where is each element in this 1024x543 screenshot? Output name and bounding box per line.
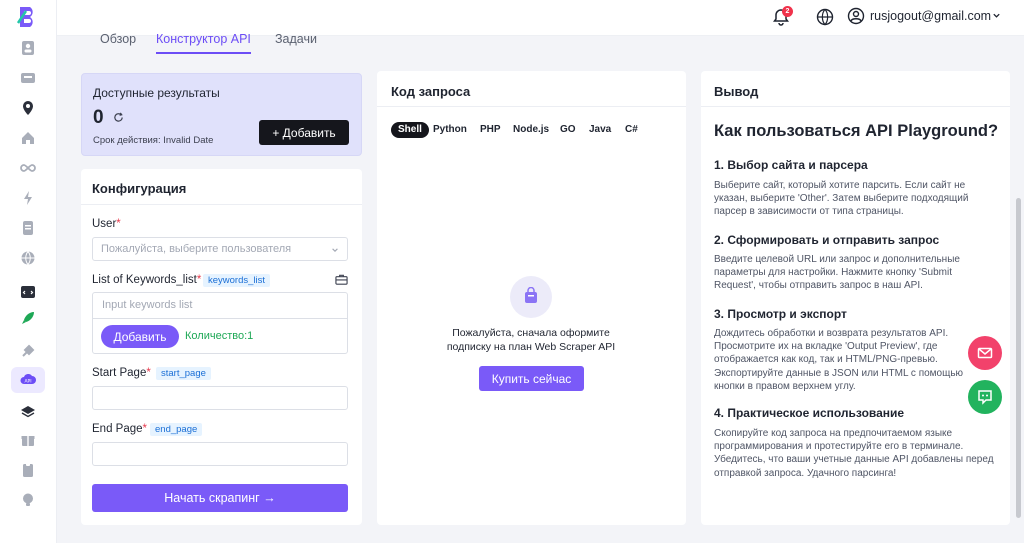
mail-icon	[977, 347, 993, 359]
code-divider	[377, 106, 686, 107]
start-page-label-text: Start Page	[92, 367, 147, 379]
code-title: Код запроса	[391, 84, 471, 99]
results-expiry: Срок действия: Invalid Date	[93, 135, 214, 146]
rocket-icon[interactable]	[20, 310, 36, 326]
empty-state-icon	[510, 276, 552, 318]
layers-icon[interactable]	[20, 404, 36, 420]
chevron-down-icon	[332, 248, 338, 252]
page-scrollbar[interactable]	[1016, 198, 1021, 518]
keywords-separator	[93, 318, 347, 319]
add-results-button[interactable]: + Добавить	[259, 120, 349, 145]
keywords-label-text: List of Keywords_list	[92, 274, 197, 286]
globe-nav-icon[interactable]	[20, 250, 36, 266]
clipboard-icon[interactable]	[20, 462, 36, 478]
user-select-placeholder: Пожалуйста, выберите пользователя	[101, 243, 292, 255]
start-scraping-button[interactable]: Начать скрапинг →	[92, 484, 348, 512]
keywords-tag: keywords_list	[203, 274, 271, 287]
lang-tab-java[interactable]: Java	[589, 122, 611, 138]
chat-support-button[interactable]	[968, 380, 1002, 414]
start-page-tag: start_page	[156, 367, 211, 380]
tab-api-builder[interactable]: Конструктор API	[156, 32, 251, 54]
sidebar: API	[0, 0, 57, 543]
briefcase-icon[interactable]	[335, 273, 348, 286]
notification-badge: 2	[782, 6, 793, 17]
email-support-button[interactable]	[968, 336, 1002, 370]
end-page-tag: end_page	[150, 423, 203, 436]
shopping-bag-icon	[525, 287, 537, 303]
guide-section-4-text: Скопируйте код запроса на предпочитаемом…	[714, 428, 994, 479]
guide-section-1-title: 1. Выбор сайта и парсера	[714, 158, 868, 172]
tab-tasks[interactable]: Задачи	[275, 32, 317, 54]
user-label-text: User	[92, 218, 117, 230]
keywords-input[interactable]: Input keywords list	[102, 299, 192, 311]
app-logo[interactable]	[16, 5, 40, 29]
lang-tab-nodejs[interactable]: Node.js	[513, 122, 549, 138]
bolt-icon[interactable]	[20, 190, 36, 206]
contacts-icon[interactable]	[20, 40, 36, 56]
chat-bot-icon	[978, 390, 992, 405]
refresh-icon[interactable]	[113, 112, 124, 123]
end-page-label: End Page*	[92, 423, 147, 435]
user-email[interactable]: rusjogout@gmail.com	[870, 9, 991, 23]
output-divider	[701, 106, 1010, 107]
end-page-input[interactable]	[92, 442, 348, 466]
keywords-field-label: List of Keywords_list*	[92, 274, 202, 286]
lang-tab-csharp[interactable]: C#	[625, 122, 638, 138]
lang-tab-python[interactable]: Python	[433, 122, 467, 138]
guide-section-2-text: Введите целевой URL или запрос и дополни…	[714, 254, 960, 292]
guide-section-3-title: 3. Просмотр и экспорт	[714, 307, 847, 321]
code-window-icon[interactable]	[20, 284, 36, 300]
guide-section-2-title: 2. Сформировать и отправить запрос	[714, 233, 940, 247]
lang-tab-php[interactable]: PHP	[480, 122, 501, 138]
svg-text:API: API	[24, 379, 31, 385]
lightbulb-icon[interactable]	[20, 492, 36, 508]
output-title: Вывод	[714, 84, 759, 99]
results-title: Доступные результаты	[93, 86, 220, 100]
infinity-icon[interactable]	[20, 160, 36, 176]
guide-section-3-text: Дождитесь обработки и возврата результат…	[714, 328, 964, 392]
lang-tab-go[interactable]: GO	[560, 122, 576, 138]
config-divider	[81, 204, 362, 205]
add-keyword-button[interactable]: Добавить	[101, 325, 179, 348]
location-pin-icon[interactable]	[20, 100, 36, 116]
start-page-label: Start Page*	[92, 367, 151, 379]
guide-section-4-title: 4. Практическое использование	[714, 406, 905, 420]
user-select[interactable]: Пожалуйста, выберите пользователя	[92, 237, 348, 261]
user-field-label: User*	[92, 218, 121, 230]
buy-now-button[interactable]: Купить сейчас	[479, 366, 584, 391]
end-page-label-text: End Page	[92, 423, 143, 435]
results-count: 0	[93, 107, 104, 128]
plugin-icon[interactable]	[20, 343, 36, 359]
guide-section-1-text: Выберите сайт, который хотите парсить. Е…	[714, 180, 969, 218]
tab-overview[interactable]: Обзор	[100, 32, 136, 54]
empty-state-line-1: Пожалуйста, сначала оформите	[452, 327, 610, 339]
guide-heading: Как пользоваться API Playground?	[714, 122, 999, 140]
document-icon[interactable]	[20, 220, 36, 236]
keywords-quantity: Количество:1	[185, 330, 254, 342]
id-card-icon[interactable]	[20, 70, 36, 86]
lang-tab-shell[interactable]: Shell	[391, 122, 429, 138]
empty-state-text: Пожалуйста, сначала оформите подписку на…	[391, 326, 671, 354]
gift-icon[interactable]	[20, 432, 36, 448]
language-globe-icon[interactable]	[816, 8, 834, 26]
chevron-down-icon[interactable]	[992, 11, 1001, 20]
empty-state-line-2: подписку на план Web Scraper API	[446, 341, 616, 353]
api-icon[interactable]: API	[20, 372, 36, 388]
start-page-input[interactable]	[92, 386, 348, 410]
user-avatar-icon[interactable]	[847, 7, 865, 25]
config-title: Конфигурация	[92, 181, 187, 196]
home-icon[interactable]	[20, 130, 36, 146]
